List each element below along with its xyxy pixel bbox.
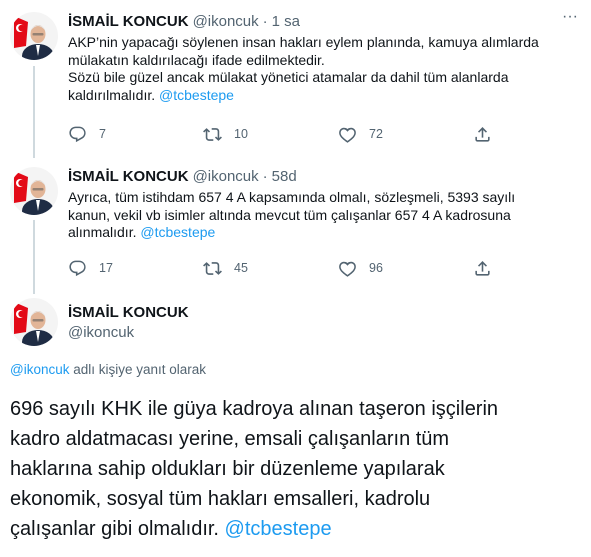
tweet-text-line: alınmalıdır. @tcbestepe — [68, 224, 581, 242]
tweet-text-line: çalışanlar gibi olmalıdır. @tcbestepe — [10, 514, 585, 544]
tweet-header: İSMAİL KONCUK @ikoncuk · 1 sa — [68, 12, 581, 32]
tweet-text-fragment: kaldırılmalıdır. — [68, 86, 156, 103]
retweet-count: 45 — [234, 261, 248, 275]
avatar-image — [10, 12, 58, 60]
like-count: 96 — [369, 261, 383, 275]
separator-dot: · — [262, 13, 268, 30]
tweet-text-line: Ayrıca, tüm istihdam 657 4 A kapsamında … — [68, 189, 516, 205]
tweet-text-fragment: çalışanlar gibi olmalıdır. — [10, 518, 219, 540]
reply-icon — [68, 259, 87, 278]
tweet-text-line: 696 sayılı KHK ile güya kadroya alınan t… — [10, 398, 499, 420]
retweet-icon — [203, 125, 222, 144]
retweet-button[interactable]: 10 — [203, 123, 338, 145]
author-handle[interactable]: @ikoncuk — [193, 12, 259, 32]
tweet-actions: 7 10 72 — [68, 123, 508, 145]
author-handle[interactable]: @ikoncuk — [193, 167, 259, 187]
tweet-text-line: kaldırılmalıdır. @tcbestepe — [68, 87, 581, 105]
share-icon — [473, 125, 492, 144]
tweet-text-line: ekonomik, sosyal tüm hakları emsalleri, … — [10, 488, 431, 510]
avatar[interactable] — [10, 167, 58, 215]
mention-link[interactable]: @tcbestepe — [225, 518, 332, 540]
author-handle[interactable]: @ikoncuk — [68, 323, 581, 343]
tweet-text: Ayrıca, tüm istihdam 657 4 A kapsamında … — [68, 189, 581, 242]
avatar[interactable] — [10, 12, 58, 60]
share-icon — [473, 259, 492, 278]
retweet-button[interactable]: 45 — [203, 257, 338, 279]
tweet-text-fragment: alınmalıdır. — [68, 224, 137, 240]
tweet-text-line: Sözü bile güzel ancak mülakat yönetici a… — [68, 69, 509, 85]
like-count: 72 — [369, 127, 383, 141]
retweet-icon — [203, 259, 222, 278]
like-icon — [338, 259, 357, 278]
reply-icon — [68, 125, 87, 144]
tweet-time[interactable]: 58d — [272, 167, 297, 187]
author-name[interactable]: İSMAİL KONCUK — [68, 167, 189, 187]
reply-mention-link[interactable]: @ikoncuk — [10, 362, 69, 377]
avatar[interactable] — [10, 298, 58, 346]
separator-dot: · — [262, 168, 268, 185]
avatar-image — [10, 167, 58, 215]
share-button[interactable] — [473, 123, 492, 145]
tweet-time[interactable]: 1 sa — [272, 12, 300, 32]
reply-suffix: adlı kişiye yanıt olarak — [69, 362, 207, 377]
author-name[interactable]: İSMAİL KONCUK — [68, 12, 189, 32]
replying-to: @ikoncuk adlı kişiye yanıt olarak — [10, 362, 206, 377]
more-icon[interactable]: ··· — [559, 9, 581, 32]
tweet-text-line: AKP’nin yapacağı söylenen insan hakları … — [68, 34, 539, 50]
mention-link[interactable]: @tcbestepe — [159, 87, 234, 103]
tweet-text-line: kadro aldatmacası yerine, emsali çalışan… — [10, 428, 450, 450]
like-button[interactable]: 72 — [338, 123, 473, 145]
like-icon — [338, 125, 357, 144]
mention-link[interactable]: @tcbestepe — [140, 224, 215, 240]
tweet-text-line: mülakatın kaldırılacağı ifade edilmekted… — [68, 51, 325, 68]
reply-button[interactable]: 7 — [68, 123, 203, 145]
tweet-2[interactable]: İSMAİL KONCUK @ikoncuk · 58d Ayrıca, tüm… — [0, 155, 591, 295]
reply-count: 7 — [99, 127, 106, 141]
tweet-text: AKP’nin yapacağı söylenen insan hakları … — [68, 34, 581, 104]
retweet-count: 10 — [234, 127, 248, 141]
main-tweet-text: 696 sayılı KHK ile güya kadroya alınan t… — [10, 394, 585, 544]
reply-button[interactable]: 17 — [68, 257, 203, 279]
author-name[interactable]: İSMAİL KONCUK — [68, 303, 581, 323]
share-button[interactable] — [473, 257, 492, 279]
reply-count: 17 — [99, 261, 113, 275]
tweet-text-line: kanun, vekil vb isimler altında mevcut t… — [68, 206, 511, 223]
tweet-text-line: haklarına sahip oldukları bir düzenleme … — [10, 458, 445, 480]
tweet-header: İSMAİL KONCUK @ikoncuk · 58d — [68, 167, 581, 187]
like-button[interactable]: 96 — [338, 257, 473, 279]
avatar-image — [10, 298, 58, 346]
tweet-1[interactable]: İSMAİL KONCUK @ikoncuk · 1 sa ··· AKP’ni… — [0, 0, 591, 155]
tweet-actions: 17 45 96 — [68, 257, 508, 279]
